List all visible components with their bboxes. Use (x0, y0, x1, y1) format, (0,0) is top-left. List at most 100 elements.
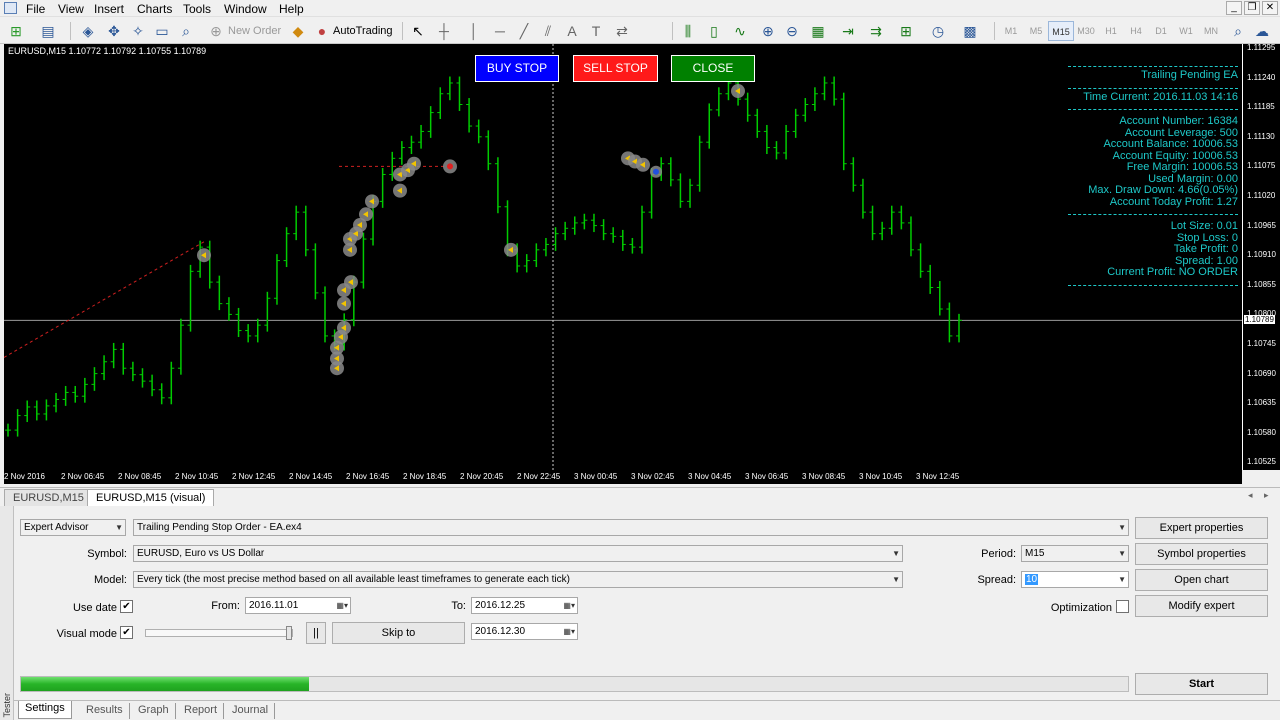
start-button[interactable]: Start (1135, 673, 1268, 695)
visual-mode-checkbox[interactable]: ✔ (120, 626, 133, 639)
tab-scroll-right-icon[interactable]: ▸ (1264, 490, 1269, 501)
tab-journal[interactable]: Journal (226, 703, 276, 719)
time-label: 3 Nov 04:45 (688, 472, 732, 481)
expert-properties-button[interactable]: Expert properties (1135, 517, 1268, 539)
skip-date-input[interactable]: 2016.12.30 ▦▾ (471, 623, 578, 640)
zoom-in-icon[interactable]: ⊕ (758, 21, 778, 41)
strategy-tester-icon[interactable]: ⌕ (176, 21, 196, 41)
price-label: 1.10965 (1247, 220, 1276, 230)
modify-expert-button[interactable]: Modify expert (1135, 595, 1268, 617)
tab-eurusd-m15-visual[interactable]: EURUSD,M15 (visual) (87, 489, 215, 506)
tab-settings[interactable]: Settings (18, 701, 72, 719)
channel-icon[interactable]: ⫽ (538, 21, 558, 41)
timeframe-d1[interactable]: D1 (1148, 21, 1174, 41)
minimize-icon[interactable]: _ (1226, 1, 1242, 15)
symbol-properties-button[interactable]: Symbol properties (1135, 543, 1268, 565)
tab-graph[interactable]: Graph (132, 703, 176, 719)
zoom-out-icon[interactable]: ⊖ (782, 21, 802, 41)
close-button[interactable]: CLOSE (671, 55, 755, 82)
crosshair-icon[interactable]: ┼ (434, 21, 454, 41)
line-chart-icon[interactable]: ∿ (730, 21, 750, 41)
chart-shift-icon[interactable]: ⇥ (838, 21, 858, 41)
tester-side-label: Tester (2, 693, 12, 718)
tab-results[interactable]: Results (80, 703, 130, 719)
timeframe-m30[interactable]: M30 (1073, 21, 1099, 41)
expert-select[interactable]: Trailing Pending Stop Order - EA.ex4 ▼ (133, 519, 1129, 536)
chat-icon[interactable]: ☁ (1252, 21, 1272, 41)
tab-eurusd-m15[interactable]: EURUSD,M15 (4, 489, 93, 506)
skip-to-button[interactable]: Skip to (332, 622, 465, 644)
price-chart[interactable]: EURUSD,M15 1.10772 1.10792 1.10755 1.107… (4, 44, 1242, 484)
timeframe-h4[interactable]: H4 (1123, 21, 1149, 41)
metaeditor-icon[interactable]: ◆ (288, 21, 308, 41)
navigator-icon[interactable]: ✧ (128, 21, 148, 41)
autotrading-icon[interactable]: ● (312, 21, 332, 41)
visual-speed-slider[interactable] (145, 626, 293, 640)
timeframe-h1[interactable]: H1 (1098, 21, 1124, 41)
calendar-icon[interactable]: ▦▾ (563, 598, 575, 613)
timeframe-m5[interactable]: M5 (1023, 21, 1049, 41)
timeframe-mn[interactable]: MN (1198, 21, 1224, 41)
open-chart-button[interactable]: Open chart (1135, 569, 1268, 591)
spread-input[interactable]: 10 ▼ (1021, 571, 1129, 588)
menu-file[interactable]: File (26, 2, 45, 16)
autoscroll-icon[interactable]: ⇉ (866, 21, 886, 41)
slider-handle[interactable] (286, 626, 292, 640)
market-watch-icon[interactable]: ◈ (78, 21, 98, 41)
new-order-button[interactable]: New Order (228, 21, 281, 41)
data-window-icon[interactable]: ✥ (104, 21, 124, 41)
trendline-icon[interactable]: ╱ (514, 21, 534, 41)
pause-button[interactable]: || (306, 622, 326, 644)
time-axis: 2 Nov 2016 2 Nov 06:45 2 Nov 08:45 2 Nov 10… (4, 470, 1242, 484)
templates-icon[interactable]: ▩ (960, 21, 980, 41)
autotrading-button[interactable]: AutoTrading (333, 21, 393, 41)
buy-stop-button[interactable]: BUY STOP (475, 55, 559, 82)
period-select[interactable]: M15 ▼ (1021, 545, 1129, 562)
new-order-icon[interactable]: ⊕ (206, 21, 226, 41)
price-label: 1.10525 (1247, 457, 1276, 467)
periods-icon[interactable]: ◷ (928, 21, 948, 41)
tester-type-select[interactable]: Expert Advisor ▼ (20, 519, 126, 536)
menu-insert[interactable]: Insert (94, 2, 124, 16)
terminal-icon[interactable]: ▭ (152, 21, 172, 41)
timeframe-w1[interactable]: W1 (1173, 21, 1199, 41)
calendar-icon[interactable]: ▦▾ (336, 598, 348, 613)
new-chart-icon[interactable]: ⊞ (6, 21, 26, 41)
optimization-label: Optimization (1050, 602, 1112, 614)
cursor-icon[interactable]: ↖ (408, 21, 428, 41)
menu-help[interactable]: Help (279, 2, 304, 16)
candlestick-icon[interactable]: ▯ (704, 21, 724, 41)
symbol-select[interactable]: EURUSD, Euro vs US Dollar ▼ (133, 545, 903, 562)
timeframe-m1[interactable]: M1 (998, 21, 1024, 41)
use-date-checkbox[interactable]: ✔ (120, 600, 133, 613)
menu-window[interactable]: Window (224, 2, 267, 16)
search-icon[interactable]: ⌕ (1228, 21, 1248, 41)
indicators-icon[interactable]: ⊞ (896, 21, 916, 41)
tab-report[interactable]: Report (178, 703, 225, 719)
from-date-input[interactable]: 2016.11.01 ▦▾ (245, 597, 351, 614)
optimization-checkbox[interactable] (1116, 600, 1129, 613)
timeframe-m15[interactable]: M15 (1048, 21, 1074, 41)
close-window-icon[interactable]: ✕ (1262, 1, 1278, 15)
model-select[interactable]: Every tick (the most precise method base… (133, 571, 903, 588)
calendar-icon[interactable]: ▦▾ (563, 624, 575, 639)
text-icon[interactable]: A (562, 21, 582, 41)
tab-scroll-left-icon[interactable]: ◂ (1248, 490, 1253, 501)
label-icon[interactable]: T (586, 21, 606, 41)
chart-tabs: EURUSD,M15 EURUSD,M15 (visual) ◂ ▸ (0, 487, 1280, 506)
profiles-icon[interactable]: ▤ (38, 21, 58, 41)
price-label: 1.10745 (1247, 339, 1276, 348)
time-label: 3 Nov 08:45 (802, 472, 846, 481)
tile-windows-icon[interactable]: ▦ (808, 21, 828, 41)
menu-charts[interactable]: Charts (137, 2, 172, 16)
sell-stop-button[interactable]: SELL STOP (573, 55, 658, 82)
restore-icon[interactable]: ❐ (1244, 1, 1260, 15)
horizontal-line-icon[interactable]: ─ (490, 21, 510, 41)
arrows-icon[interactable]: ⇄ (612, 21, 632, 41)
to-date-input[interactable]: 2016.12.25 ▦▾ (471, 597, 578, 614)
menu-tools[interactable]: Tools (183, 2, 211, 16)
bar-chart-icon[interactable]: ⫼ (678, 21, 698, 41)
menu-view[interactable]: View (58, 2, 84, 16)
vertical-line-icon[interactable]: │ (464, 21, 484, 41)
account-number: Account Number: 16384 (1119, 115, 1238, 127)
